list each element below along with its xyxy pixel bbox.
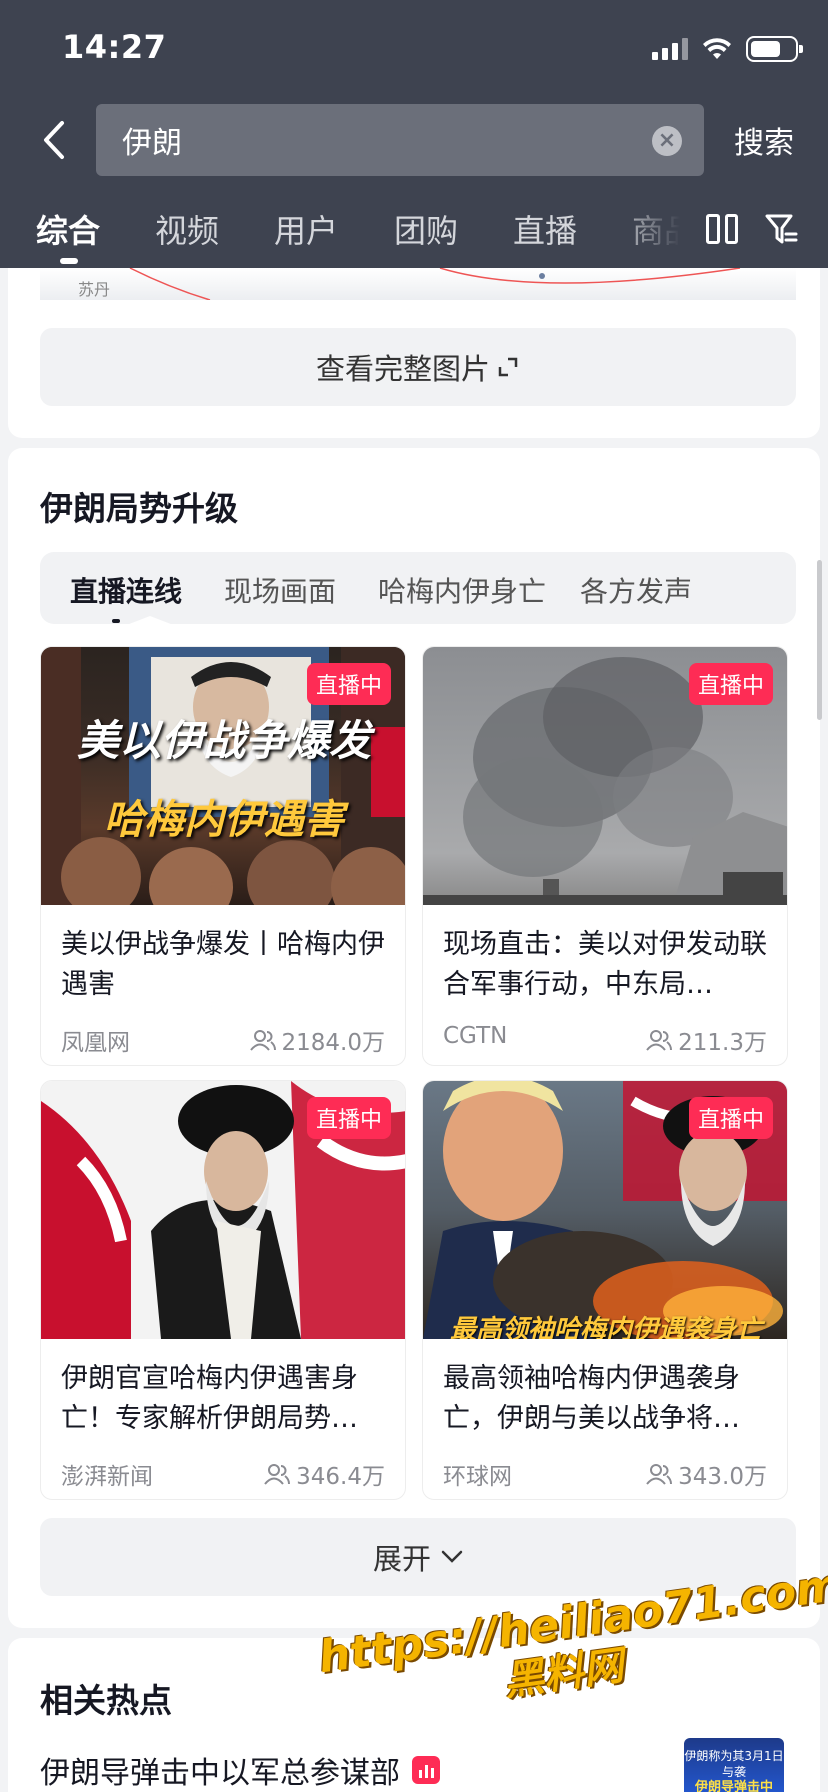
video-title: 最高领袖哈梅内伊遇袭身亡，伊朗与美以战争将… [443,1363,740,1434]
back-button[interactable] [34,116,74,164]
clear-search-icon[interactable]: × [652,126,682,156]
topic-subtabs: 直播连线 现场画面 哈梅内伊身亡 各方发声 [40,552,796,624]
viewer-count: 346.4万 [264,1457,385,1491]
chevron-down-icon [441,1550,463,1563]
status-time: 14:27 [62,28,167,66]
viewers-icon [646,1030,673,1051]
trending-icon [412,1756,440,1784]
wifi-icon [703,38,731,59]
related-hot-title: 相关热点 [40,1681,172,1720]
active-tab-indicator [60,258,78,264]
live-badge: 直播中 [306,663,391,705]
video-source: 澎湃新闻 [61,1464,153,1490]
viewer-count: 343.0万 [646,1457,767,1491]
subtab-scene[interactable]: 现场画面 [224,570,336,610]
viewer-count: 2184.0万 [249,1023,385,1057]
video-thumbnail: 最高领袖哈梅内伊遇袭身亡 直播中 [423,1081,787,1339]
section-title: 伊朗局势升级 [40,489,238,528]
battery-icon [746,36,803,62]
expand-icon [498,357,518,377]
viewers-icon [249,1030,276,1051]
video-title: 现场直击：美以对伊发动联合军事行动，中东局… [443,929,767,1000]
hot-item[interactable]: 伊朗导弹击中以军总参谋部 [40,1748,440,1792]
tab-users[interactable]: 用户 [274,206,338,252]
hot-item-thumbnail[interactable]: 伊朗称为其3月1日与袭 伊朗导弹击中 [684,1738,784,1792]
view-full-label: 查看完整图片 [315,352,490,386]
related-hot-card: 相关热点 伊朗导弹击中以军总参谋部 伊朗称为其3月1日与袭 伊朗导弹击中 [8,1638,820,1792]
viewers-icon [264,1464,291,1485]
video-source: CGTN [443,1023,508,1049]
video-source: 凤凰网 [61,1030,130,1056]
video-thumbnail: 美以伊战争爆发 哈梅内伊遇害 直播中 [41,647,405,905]
subtab-statements[interactable]: 各方发声 [580,570,692,610]
search-input[interactable]: 伊朗 × [96,104,704,176]
view-full-image-button[interactable]: 查看完整图片 [40,328,796,406]
map-label: 苏丹 [78,280,111,299]
video-card[interactable]: 直播中 伊朗官宣哈梅内伊遇害身亡！专家解析伊朗局势… 澎湃新闻 346.4万 [40,1080,406,1500]
tab-group-buy[interactable]: 团购 [394,206,458,252]
video-thumbnail: 直播中 [41,1081,405,1339]
live-badge: 直播中 [688,663,773,705]
category-tabs: 综合 视频 用户 团购 直播 商品 [0,200,828,264]
video-title: 伊朗官宣哈梅内伊遇害身亡！专家解析伊朗局势… [61,1363,358,1434]
search-query: 伊朗 [122,126,182,161]
tab-live[interactable]: 直播 [513,206,577,252]
video-card[interactable]: 美以伊战争爆发 哈梅内伊遇害 直播中 美以伊战争爆发丨哈梅内伊遇害 凤凰网 21… [40,646,406,1066]
map-card: 苏丹 查看完整图片 [8,268,820,438]
subtab-khamenei[interactable]: 哈梅内伊身亡 [378,570,546,610]
scrollbar[interactable] [817,560,822,720]
tab-comprehensive[interactable]: 综合 [36,206,100,252]
map-image[interactable]: 苏丹 [40,268,796,300]
filter-icon[interactable] [764,212,798,248]
live-badge: 直播中 [306,1097,391,1139]
video-card[interactable]: 直播中 现场直击：美以对伊发动联合军事行动，中东局… CGTN 211.3万 [422,646,788,1066]
hot-item-text: 伊朗导弹击中以军总参谋部 [40,1756,400,1791]
video-source: 环球网 [443,1464,512,1490]
expand-button[interactable]: 展开 [40,1518,796,1596]
video-thumbnail: 直播中 [423,647,787,905]
layout-toggle-icon[interactable] [706,214,738,244]
live-badge: 直播中 [688,1097,773,1139]
search-button[interactable]: 搜索 [734,118,794,162]
topic-card: 伊朗局势升级 直播连线 现场画面 哈梅内伊身亡 各方发声 美以伊战争爆发 哈梅内… [8,448,820,1628]
top-bar: 14:27 伊朗 × 搜索 综合 视频 用户 团购 直播 商品 [0,0,828,268]
thumbnail-caption: 最高领袖哈梅内伊遇袭身亡 [449,1315,762,1339]
cellular-signal-icon [652,38,688,60]
video-title: 美以伊战争爆发丨哈梅内伊遇害 [61,929,385,1000]
thumbnail-caption: 哈梅内伊遇害 [104,797,344,843]
expand-label: 展开 [372,1542,431,1576]
viewers-icon [646,1464,673,1485]
thumbnail-caption: 美以伊战争爆发 [76,716,371,765]
chevron-left-icon [44,121,64,159]
tab-video[interactable]: 视频 [155,206,219,252]
viewer-count: 211.3万 [646,1023,767,1057]
status-icons [652,36,803,62]
subtab-live-link[interactable]: 直播连线 [70,570,182,610]
video-card[interactable]: 最高领袖哈梅内伊遇袭身亡 直播中 最高领袖哈梅内伊遇袭身亡，伊朗与美以战争将… … [422,1080,788,1500]
